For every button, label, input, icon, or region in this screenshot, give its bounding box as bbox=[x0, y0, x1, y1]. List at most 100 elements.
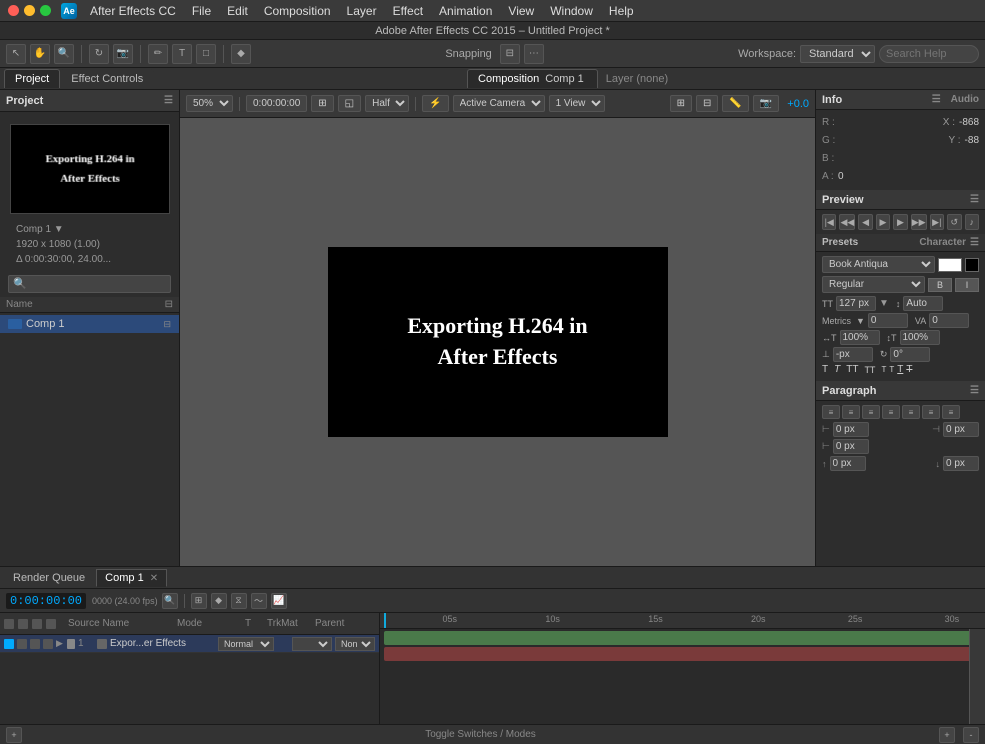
indent-l-input[interactable] bbox=[833, 422, 869, 437]
align-left-btn[interactable]: ≡ bbox=[822, 405, 840, 419]
layer-bar-green[interactable] bbox=[384, 631, 981, 645]
justify-right-btn[interactable]: ≡ bbox=[922, 405, 940, 419]
comp-item-options[interactable]: ⊟ bbox=[163, 319, 171, 330]
tab-project[interactable]: Project bbox=[4, 69, 60, 88]
preview-audio-button[interactable]: ♪ bbox=[965, 214, 979, 230]
small-caps-type-btn[interactable]: TT bbox=[864, 365, 875, 375]
puppet-tool-button[interactable]: ◆ bbox=[231, 44, 251, 64]
scale-v-input[interactable] bbox=[900, 330, 940, 345]
menu-file[interactable]: File bbox=[185, 2, 218, 20]
faux-italic-btn[interactable]: I bbox=[955, 278, 979, 292]
preview-prev-button[interactable]: ◀◀ bbox=[839, 214, 855, 230]
tsumi-input[interactable] bbox=[929, 313, 969, 328]
snapping-options[interactable]: ⋯ bbox=[524, 44, 544, 64]
preview-loop-button[interactable]: ↺ bbox=[947, 214, 961, 230]
menu-help[interactable]: Help bbox=[602, 2, 641, 20]
layer-audio-icon[interactable] bbox=[17, 639, 27, 649]
selection-tool-button[interactable]: ↖ bbox=[6, 44, 26, 64]
super-type-btn[interactable]: T bbox=[881, 365, 886, 374]
timeline-tab-close[interactable]: ✕ bbox=[150, 573, 158, 584]
font-color-box[interactable] bbox=[938, 258, 962, 272]
sub-type-btn[interactable]: T bbox=[889, 365, 894, 374]
layer-solo-icon[interactable] bbox=[30, 639, 40, 649]
solo-expand-btn[interactable]: ⊞ bbox=[191, 593, 207, 609]
graph-editor-btn[interactable]: 📈 bbox=[271, 593, 287, 609]
tab-effect-controls[interactable]: Effect Controls bbox=[60, 69, 154, 88]
project-item-comp1[interactable]: Comp 1 ⊟ bbox=[0, 315, 179, 333]
text-tool-button[interactable]: T bbox=[172, 44, 192, 64]
list-options-icon[interactable]: ⊟ bbox=[165, 299, 173, 310]
pen-tool-button[interactable]: ✏ bbox=[148, 44, 168, 64]
caps-type-btn[interactable]: TT bbox=[846, 364, 858, 375]
menu-window[interactable]: Window bbox=[543, 2, 600, 20]
space-before-input[interactable] bbox=[830, 456, 866, 471]
project-menu-icon[interactable]: ☰ bbox=[164, 95, 173, 106]
layer-trkmat-select[interactable] bbox=[292, 637, 332, 651]
justify-all-btn[interactable]: ≡ bbox=[942, 405, 960, 419]
close-button[interactable] bbox=[8, 5, 19, 16]
underline-type-btn[interactable]: T bbox=[897, 364, 903, 375]
timeline-time-display[interactable]: 0:00:00:00 bbox=[6, 593, 86, 609]
char-expand-icon[interactable]: ☰ bbox=[970, 237, 979, 248]
add-marker-btn[interactable]: ◆ bbox=[211, 593, 227, 609]
zoom-select[interactable]: 50% bbox=[186, 95, 233, 112]
tab-composition[interactable]: Composition Comp 1 bbox=[467, 69, 598, 88]
menu-layer[interactable]: Layer bbox=[340, 2, 384, 20]
menu-effect[interactable]: Effect bbox=[386, 2, 430, 20]
keyframe-btn[interactable]: ⧖ bbox=[231, 593, 247, 609]
font-size-input[interactable] bbox=[836, 296, 876, 311]
time-display[interactable]: 0:00:00:00 bbox=[246, 95, 307, 112]
camera-select[interactable]: Active Camera bbox=[453, 95, 545, 112]
menu-composition[interactable]: Composition bbox=[257, 2, 338, 20]
stroke-color-box[interactable] bbox=[965, 258, 979, 272]
firstline-input[interactable] bbox=[833, 439, 869, 454]
zoom-out-timeline-btn[interactable]: - bbox=[963, 727, 979, 743]
align-center-btn[interactable]: ≡ bbox=[842, 405, 860, 419]
preview-step-fwd-button[interactable]: ▶ bbox=[893, 214, 907, 230]
menu-aftereffects[interactable]: After Effects CC bbox=[83, 2, 183, 20]
justify-center-btn[interactable]: ≡ bbox=[902, 405, 920, 419]
faux-bold-btn[interactable]: B bbox=[928, 278, 952, 292]
bold-type-btn[interactable]: T bbox=[822, 364, 828, 375]
layer-lock-icon[interactable] bbox=[43, 639, 53, 649]
minimize-button[interactable] bbox=[24, 5, 35, 16]
zoom-tool-button[interactable]: 🔍 bbox=[54, 44, 74, 64]
layer-expand-triangle[interactable]: ▶ bbox=[56, 638, 64, 649]
search-timeline-btn[interactable]: 🔍 bbox=[162, 593, 178, 609]
layer-mode-select[interactable]: Normal bbox=[218, 637, 274, 651]
strikethrough-type-btn[interactable]: T bbox=[906, 364, 912, 375]
info-expand-icon[interactable]: ☰ bbox=[932, 94, 941, 105]
para-expand-icon[interactable]: ☰ bbox=[970, 385, 979, 396]
preview-step-back-button[interactable]: ◀ bbox=[858, 214, 872, 230]
toggle-switches-label[interactable]: Toggle Switches / Modes bbox=[30, 729, 931, 740]
snapshot-button[interactable]: 📷 bbox=[753, 95, 779, 112]
leading-input[interactable] bbox=[903, 296, 943, 311]
preview-first-button[interactable]: |◀ bbox=[822, 214, 836, 230]
font-family-select[interactable]: Book Antiqua bbox=[822, 256, 935, 273]
justify-left-btn[interactable]: ≡ bbox=[882, 405, 900, 419]
preview-next-button[interactable]: ▶▶ bbox=[911, 214, 927, 230]
indent-r-input[interactable] bbox=[943, 422, 979, 437]
guides-button[interactable]: ⊟ bbox=[696, 95, 718, 112]
zoom-in-timeline-btn[interactable]: + bbox=[939, 727, 955, 743]
quality-select[interactable]: Half bbox=[365, 95, 409, 112]
scale-h-input[interactable] bbox=[840, 330, 880, 345]
layer-eye-icon[interactable] bbox=[4, 639, 14, 649]
transparency-button[interactable]: ◱ bbox=[338, 95, 361, 112]
menu-view[interactable]: View bbox=[501, 2, 541, 20]
tab-render-queue[interactable]: Render Queue bbox=[4, 569, 94, 587]
maximize-button[interactable] bbox=[40, 5, 51, 16]
menu-animation[interactable]: Animation bbox=[432, 2, 499, 20]
view-select[interactable]: 1 View bbox=[549, 95, 605, 112]
preview-expand-icon[interactable]: ☰ bbox=[970, 194, 979, 205]
hand-tool-button[interactable]: ✋ bbox=[30, 44, 50, 64]
rotate-tool-button[interactable]: ↻ bbox=[89, 44, 109, 64]
baseline-input[interactable] bbox=[833, 347, 873, 362]
new-comp-btn[interactable]: + bbox=[6, 727, 22, 743]
snapping-toggle[interactable]: ⊟ bbox=[500, 44, 520, 64]
rotation-input[interactable] bbox=[890, 347, 930, 362]
metrics-dropdown[interactable]: ▼ bbox=[856, 316, 865, 326]
font-style-select[interactable]: Regular bbox=[822, 276, 925, 293]
search-input[interactable] bbox=[879, 45, 979, 63]
tracking-input[interactable] bbox=[868, 313, 908, 328]
